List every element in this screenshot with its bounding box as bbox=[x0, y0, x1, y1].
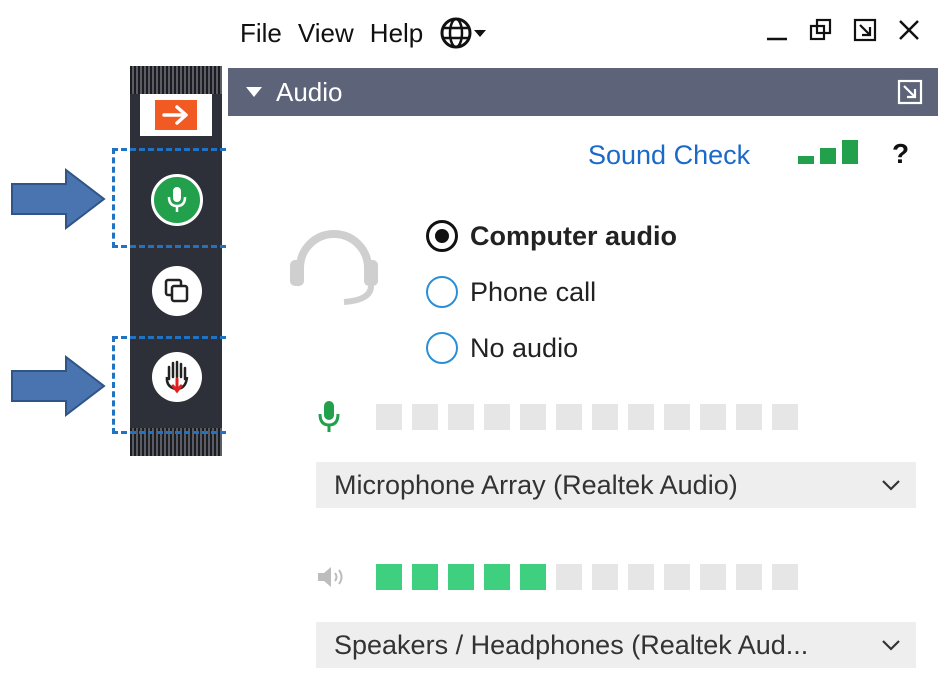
level-cell bbox=[412, 564, 438, 590]
panel-title: Audio bbox=[276, 76, 343, 107]
popout-icon bbox=[853, 18, 877, 42]
chevron-down-icon bbox=[882, 480, 900, 491]
level-cell bbox=[376, 564, 402, 590]
annotation-arrow-icon bbox=[11, 355, 106, 417]
microphone-icon bbox=[318, 401, 340, 432]
menu-bar: File View Help bbox=[228, 0, 938, 66]
sound-check-link[interactable]: Sound Check bbox=[588, 140, 750, 171]
speaker-icon bbox=[318, 567, 343, 587]
chevron-down-icon bbox=[474, 30, 487, 37]
radio-label: No audio bbox=[470, 332, 579, 363]
level-cell bbox=[700, 564, 726, 590]
restore-icon bbox=[809, 18, 832, 41]
popout-button[interactable] bbox=[850, 14, 880, 46]
globe-icon bbox=[440, 17, 472, 49]
radio-phone-call[interactable]: Phone call bbox=[426, 270, 596, 314]
radio-button[interactable] bbox=[426, 220, 458, 252]
speaker-device-label: Speakers / Headphones (Realtek Aud... bbox=[334, 629, 809, 660]
close-icon bbox=[899, 20, 919, 40]
menu-view[interactable]: View bbox=[296, 16, 356, 51]
level-cell bbox=[664, 564, 690, 590]
highlight-box bbox=[112, 336, 244, 434]
level-cell bbox=[592, 404, 618, 430]
close-button[interactable] bbox=[894, 14, 924, 46]
speaker-level-meter bbox=[376, 564, 798, 590]
signal-bars-icon bbox=[798, 140, 858, 164]
level-cell bbox=[484, 564, 510, 590]
audio-window: File View Help Audio Sound Check ? Compu… bbox=[228, 0, 938, 679]
level-cell bbox=[448, 564, 474, 590]
minimize-button[interactable] bbox=[762, 14, 792, 46]
exit-button[interactable] bbox=[140, 94, 212, 136]
headset-icon bbox=[290, 230, 378, 305]
language-menu-button[interactable] bbox=[439, 16, 487, 50]
level-cell bbox=[628, 564, 654, 590]
arrow-right-icon bbox=[155, 100, 197, 130]
screen-share-icon bbox=[164, 278, 189, 303]
radio-button[interactable] bbox=[426, 332, 458, 364]
menu-help[interactable]: Help bbox=[368, 16, 425, 51]
level-cell bbox=[484, 404, 510, 430]
menu-file[interactable]: File bbox=[238, 16, 284, 51]
level-cell bbox=[736, 404, 762, 430]
speaker-level-row bbox=[316, 560, 798, 594]
level-cell bbox=[448, 404, 474, 430]
level-cell bbox=[772, 564, 798, 590]
microphone-select[interactable]: Microphone Array (Realtek Audio) bbox=[316, 462, 916, 508]
level-cell bbox=[592, 564, 618, 590]
microphone-level-row bbox=[316, 400, 798, 434]
microphone-level-meter bbox=[376, 404, 798, 430]
radio-label: Phone call bbox=[470, 276, 597, 307]
audio-panel-header[interactable]: Audio bbox=[228, 68, 938, 116]
level-cell bbox=[772, 404, 798, 430]
minimize-icon bbox=[767, 37, 787, 41]
level-cell bbox=[556, 404, 582, 430]
microphone-device-label: Microphone Array (Realtek Audio) bbox=[334, 469, 738, 500]
restore-button[interactable] bbox=[806, 14, 836, 46]
level-cell bbox=[556, 564, 582, 590]
level-cell bbox=[520, 564, 546, 590]
caret-down-icon bbox=[246, 87, 262, 97]
popout-icon[interactable] bbox=[896, 78, 924, 106]
radio-label: Computer audio bbox=[470, 220, 677, 251]
level-cell bbox=[628, 404, 654, 430]
level-cell bbox=[376, 404, 402, 430]
radio-button[interactable] bbox=[426, 276, 458, 308]
help-button[interactable]: ? bbox=[892, 138, 909, 170]
screen-share-button[interactable] bbox=[152, 266, 202, 316]
radio-computer-audio[interactable]: Computer audio bbox=[426, 214, 677, 258]
speaker-select[interactable]: Speakers / Headphones (Realtek Aud... bbox=[316, 622, 916, 668]
window-controls bbox=[762, 14, 924, 46]
drag-grip[interactable] bbox=[130, 66, 222, 94]
level-cell bbox=[736, 564, 762, 590]
level-cell bbox=[412, 404, 438, 430]
highlight-box bbox=[112, 148, 244, 248]
chevron-down-icon bbox=[882, 640, 900, 651]
level-cell bbox=[700, 404, 726, 430]
level-cell bbox=[520, 404, 546, 430]
level-cell bbox=[664, 404, 690, 430]
radio-no-audio[interactable]: No audio bbox=[426, 326, 578, 370]
annotation-arrow-icon bbox=[11, 168, 106, 230]
